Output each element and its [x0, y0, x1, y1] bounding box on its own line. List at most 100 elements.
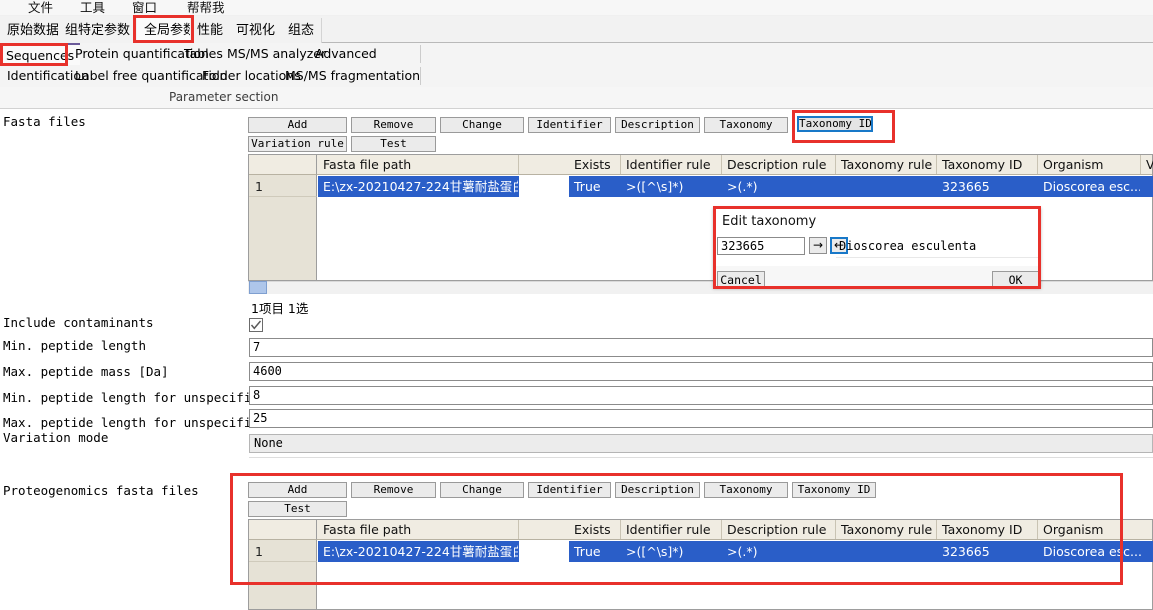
- col-taxonomy-id[interactable]: Taxonomy ID: [937, 155, 1038, 174]
- tab-raw-data[interactable]: 原始数据: [0, 18, 68, 43]
- pg-col-description-rule[interactable]: Description rule: [722, 520, 836, 539]
- cell-fasta-file-path[interactable]: E:\zx-20210427-224甘薯耐盐蛋白质组测 ...: [318, 176, 519, 197]
- fasta-change-button[interactable]: Change: [440, 117, 524, 133]
- fasta-taxonomy-button[interactable]: Taxonomy: [704, 117, 788, 133]
- cell-exists[interactable]: True: [569, 176, 621, 197]
- cell-variation[interactable]: [1141, 176, 1153, 197]
- row-index: 1: [249, 176, 317, 197]
- fasta-table-header: Fasta file path Exists Identifier rule D…: [249, 155, 1153, 175]
- pg-description-button[interactable]: Description: [615, 482, 700, 498]
- fasta-taxonomy-id-button[interactable]: Taxonomy ID: [797, 116, 873, 132]
- pg-col-taxonomy-id[interactable]: Taxonomy ID: [937, 520, 1038, 539]
- organism-name-value: Dioscorea esculenta: [839, 239, 977, 253]
- col-fasta-file-path[interactable]: Fasta file path: [318, 155, 519, 174]
- edit-taxonomy-dialog[interactable]: Edit taxonomy 323665 → ← Dioscorea escul…: [713, 207, 1041, 289]
- cell-identifier-rule[interactable]: >([^\s]*): [621, 176, 722, 197]
- label-include-contaminants: Include contaminants: [3, 315, 154, 330]
- col-organism[interactable]: Organism: [1038, 155, 1141, 174]
- pg-cell-exists[interactable]: True: [569, 541, 621, 562]
- form-divider: [249, 457, 1153, 458]
- pg-test-button[interactable]: Test: [248, 501, 347, 517]
- label-max-peptide-mass: Max. peptide mass [Da]: [3, 364, 169, 379]
- pg-remove-button[interactable]: Remove: [351, 482, 436, 498]
- pg-cell-taxonomy-rule[interactable]: [836, 541, 937, 562]
- col-variation[interactable]: Variat: [1141, 155, 1153, 174]
- col-identifier-rule[interactable]: Identifier rule: [621, 155, 722, 174]
- pg-col-organism[interactable]: Organism: [1038, 520, 1153, 539]
- menu-item-tools[interactable]: 工具: [80, 0, 105, 16]
- taxonomy-id-input[interactable]: 323665: [717, 237, 805, 255]
- tab-performance[interactable]: 性能: [190, 18, 232, 43]
- parameter-section-label: Parameter section: [169, 90, 279, 104]
- parameter-section-strip: Parameter section: [0, 87, 1153, 109]
- pg-cell-taxonomy-id[interactable]: 323665: [937, 541, 1038, 562]
- arrow-right-icon[interactable]: →: [809, 237, 827, 254]
- table-row[interactable]: 1 E:\zx-20210427-224甘薯耐盐蛋白质组测 ... True >…: [249, 176, 1153, 197]
- ok-button[interactable]: OK: [992, 271, 1039, 289]
- organism-underline: [836, 257, 1040, 258]
- pg-col-identifier-rule[interactable]: Identifier rule: [621, 520, 722, 539]
- table-row[interactable]: 1 E:\zx-20210427-224甘薯耐盐蛋白质组测 ... True >…: [249, 541, 1153, 562]
- label-min-peptide-length: Min. peptide length: [3, 338, 146, 353]
- tab-configuration[interactable]: 组态: [281, 18, 323, 43]
- min-peptide-length-input[interactable]: 7: [249, 338, 1153, 357]
- pg-table-header: Fasta file path Exists Identifier rule D…: [249, 520, 1152, 540]
- fasta-add-button[interactable]: Add: [248, 117, 347, 133]
- col-description-rule[interactable]: Description rule: [722, 155, 836, 174]
- fasta-description-button[interactable]: Description: [615, 117, 700, 133]
- main-tab-bar: 原始数据 组特定参数 全局参数 性能 可视化 组态: [0, 16, 1153, 43]
- cell-organism[interactable]: Dioscorea esc...: [1038, 176, 1141, 197]
- fasta-variation-rule-button[interactable]: Variation rule: [248, 136, 347, 152]
- fasta-identifier-button[interactable]: Identifier: [528, 117, 611, 133]
- pg-taxonomy-button[interactable]: Taxonomy: [704, 482, 788, 498]
- min-peptide-length-unspecific-input[interactable]: 8: [249, 386, 1153, 405]
- include-contaminants-checkbox[interactable]: [249, 318, 263, 332]
- pg-change-button[interactable]: Change: [440, 482, 524, 498]
- pg-table-corner: [249, 520, 317, 540]
- label-fasta-files: Fasta files: [3, 114, 86, 129]
- menu-item-help[interactable]: 帮帮我: [187, 0, 225, 16]
- pg-cell-description-rule[interactable]: >(.*): [722, 541, 836, 562]
- cell-taxonomy-id[interactable]: 323665: [937, 176, 1038, 197]
- pg-cell-fasta-file-path[interactable]: E:\zx-20210427-224甘薯耐盐蛋白质组测 ...: [318, 541, 519, 562]
- fasta-table-hscrollbar-thumb[interactable]: [249, 281, 267, 294]
- pg-taxonomy-id-button[interactable]: Taxonomy ID: [792, 482, 876, 498]
- pg-add-button[interactable]: Add: [248, 482, 347, 498]
- tab-visualization[interactable]: 可视化: [229, 18, 284, 43]
- pg-identifier-button[interactable]: Identifier: [528, 482, 611, 498]
- menu-item-file[interactable]: 文件: [28, 0, 53, 16]
- sub-tab-edge: [420, 45, 421, 63]
- label-max-peptide-length-unspecific: Max. peptide length for unspecific: [3, 415, 259, 430]
- col-taxonomy-rule[interactable]: Taxonomy rule: [836, 155, 937, 174]
- max-peptide-length-unspecific-input[interactable]: 25: [249, 409, 1153, 428]
- fasta-remove-button[interactable]: Remove: [351, 117, 436, 133]
- menu-item-window[interactable]: 窗口: [132, 0, 157, 16]
- label-proteogenomics-fasta-files: Proteogenomics fasta files: [3, 483, 199, 498]
- tab-group-parameters[interactable]: 组特定参数: [58, 18, 139, 43]
- pg-col-fasta-file-path[interactable]: Fasta file path: [318, 520, 519, 539]
- tab-advanced[interactable]: Advanced: [309, 43, 383, 65]
- check-icon: [250, 320, 262, 330]
- fasta-table-status: 1项目 1选: [251, 301, 309, 316]
- cell-taxonomy-rule[interactable]: [836, 176, 937, 197]
- label-variation-mode: Variation mode: [3, 430, 109, 445]
- cancel-button[interactable]: Cancel: [717, 271, 765, 289]
- pg-cell-identifier-rule[interactable]: >([^\s]*): [621, 541, 722, 562]
- pg-row-index: 1: [249, 541, 317, 562]
- maxquant-window: 文件 工具 窗口 帮帮我 原始数据 组特定参数 全局参数 性能 可视化 组态 S…: [0, 0, 1153, 610]
- cell-description-rule[interactable]: >(.*): [722, 176, 836, 197]
- max-peptide-mass-input[interactable]: 4600: [249, 362, 1153, 381]
- pg-col-taxonomy-rule[interactable]: Taxonomy rule: [836, 520, 937, 539]
- variation-mode-value[interactable]: None: [249, 434, 1153, 453]
- fasta-table-corner: [249, 155, 317, 175]
- sub-tab-bar-secondary: Identification Label free quantification…: [0, 65, 1153, 87]
- label-min-peptide-length-unspecific: Min. peptide length for unspecific: [3, 390, 259, 405]
- menu-bar: 文件 工具 窗口 帮帮我: [0, 0, 1153, 16]
- col-exists[interactable]: Exists: [569, 155, 621, 174]
- dialog-title: Edit taxonomy: [722, 214, 817, 229]
- fasta-test-button[interactable]: Test: [351, 136, 436, 152]
- pg-col-exists[interactable]: Exists: [569, 520, 621, 539]
- tab-msms-fragmentation[interactable]: MS/MS fragmentation: [279, 65, 426, 87]
- proteogenomics-files-table[interactable]: Fasta file path Exists Identifier rule D…: [248, 519, 1153, 610]
- pg-cell-organism[interactable]: Dioscorea esc...: [1038, 541, 1153, 562]
